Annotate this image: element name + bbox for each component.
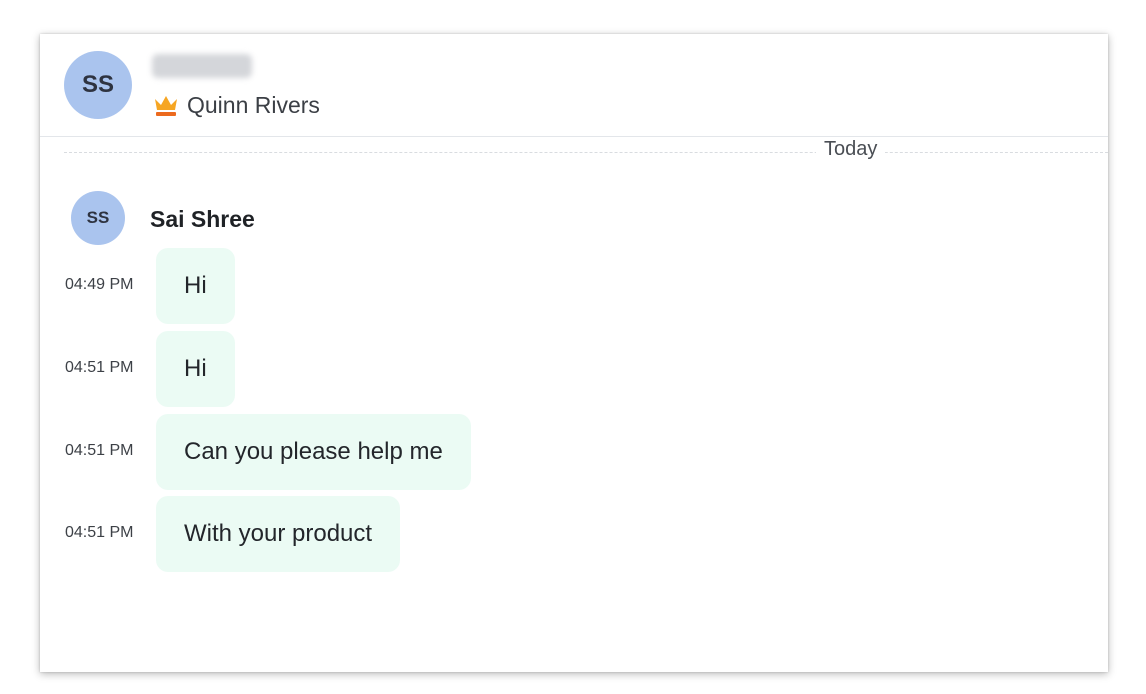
message-bubble[interactable]: Hi [156, 331, 235, 407]
date-divider-line [64, 152, 1108, 153]
chat-header: SS Quinn Rivers [40, 34, 1108, 137]
message-bubble[interactable]: Hi [156, 248, 235, 324]
chat-window: SS Quinn Rivers Today SS Sai Shree 04:49… [40, 34, 1108, 672]
agent-name: Quinn Rivers [187, 91, 320, 118]
visitor-name-redacted [152, 54, 252, 78]
message-time: 04:51 PM [65, 442, 134, 459]
message-time: 04:51 PM [65, 359, 134, 376]
sender-name: Sai Shree [150, 206, 255, 232]
assigned-agent: Quinn Rivers [153, 90, 320, 120]
sender-avatar: SS [71, 191, 125, 245]
date-divider-label: Today [816, 138, 886, 161]
visitor-avatar[interactable]: SS [64, 51, 132, 119]
crown-icon [153, 93, 179, 117]
message-bubble[interactable]: Can you please help me [156, 414, 471, 490]
message-time: 04:51 PM [65, 524, 134, 541]
message-bubble[interactable]: With your product [156, 496, 401, 572]
message-time: 04:49 PM [65, 276, 134, 293]
